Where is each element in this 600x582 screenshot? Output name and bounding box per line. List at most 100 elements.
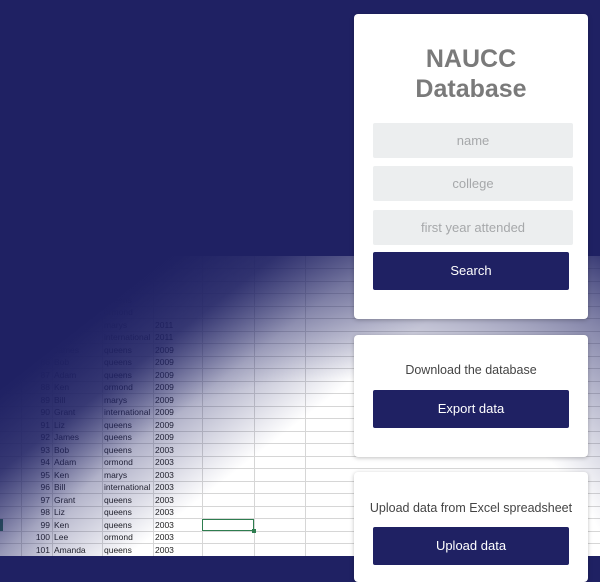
table-cell-college: ormond — [104, 457, 133, 467]
table-cell-college: queens — [104, 519, 132, 530]
table-row: 94 Adam ormond 2003 — [0, 456, 600, 469]
table-cell-year: 2009 — [155, 344, 174, 355]
table-cell-name: Ken — [54, 294, 70, 305]
table-cell-name: Ken — [54, 257, 70, 267]
table-cell-name: Bob — [54, 444, 70, 455]
table-cell-num: 97 — [40, 494, 50, 505]
export-card: Download the database Export data — [354, 335, 588, 457]
table-cell-college: queens — [104, 544, 132, 555]
table-cell-college: queens — [104, 494, 132, 505]
table-cell-num: 95 — [40, 469, 50, 480]
table-cell-college: queens — [104, 344, 132, 355]
table-cell-year: 2009 — [155, 432, 174, 442]
table-cell-college: ormond — [104, 532, 133, 542]
table-cell-num: 82 — [40, 307, 50, 317]
name-input[interactable] — [373, 123, 573, 158]
table-cell-college: marys — [104, 319, 128, 330]
table-cell-name: Adam — [54, 457, 77, 467]
table-cell-year: 2003 — [155, 507, 174, 517]
table-cell-num: 90 — [40, 407, 50, 417]
table-cell-num: 79 — [40, 269, 50, 280]
table-cell-num: 89 — [40, 394, 50, 405]
table-cell-name: Liz — [54, 269, 65, 280]
table-row: 83 Grant marys 2011 — [0, 319, 600, 332]
table-cell-year: 2009 — [155, 394, 174, 405]
table-cell-name: Liz — [54, 332, 65, 342]
table-cell-year: 2009 — [155, 407, 174, 417]
table-cell-year: 2011 — [155, 332, 174, 342]
export-data-button[interactable]: Export data — [373, 390, 569, 428]
table-cell-num: 96 — [40, 482, 50, 492]
table-cell-num: 87 — [40, 369, 50, 380]
table-cell-year: 2009 — [155, 419, 174, 430]
first-year-input[interactable] — [373, 210, 573, 245]
table-cell-college: queens — [104, 294, 132, 305]
table-cell-year: 2009 — [155, 357, 174, 367]
table-cell-name: Harry — [54, 282, 75, 292]
table-cell-year: 2009 — [155, 382, 174, 392]
search-button[interactable]: Search — [373, 252, 569, 290]
row-indicator — [0, 519, 3, 531]
page-title: NAUCC Database — [354, 44, 588, 104]
table-cell-college: queens — [104, 432, 132, 442]
table-cell-num: 86 — [40, 357, 50, 367]
table-cell-year: 2003 — [155, 469, 174, 480]
table-cell-num: 93 — [40, 444, 50, 455]
selected-cell — [202, 519, 254, 531]
table-cell-name: Ken — [54, 382, 70, 392]
title-line-2: Database — [415, 75, 527, 103]
table-cell-name: Liz — [54, 507, 65, 517]
table-cell-name: Bill — [54, 482, 66, 492]
table-cell-year: 2003 — [155, 444, 174, 455]
table-cell-num: 88 — [40, 382, 50, 392]
table-cell-num: 80 — [40, 282, 50, 292]
table-cell-num: 83 — [40, 319, 50, 330]
table-cell-name: Amanda — [54, 544, 86, 555]
upload-heading: Upload data from Excel spreadsheet — [369, 501, 573, 515]
table-cell-num: 91 — [40, 419, 50, 430]
table-cell-num: 92 — [40, 432, 50, 442]
table-cell-name: Grant — [54, 407, 76, 417]
search-card: NAUCC Database Search — [354, 14, 588, 319]
college-input[interactable] — [373, 166, 573, 201]
table-cell-num: 81 — [40, 294, 50, 305]
table-cell-name: Bob — [54, 357, 70, 367]
table-cell-year: 2003 — [155, 532, 174, 542]
export-heading: Download the database — [405, 363, 537, 377]
table-cell-name: Grant — [54, 494, 76, 505]
table-cell-name: Adam — [54, 369, 77, 380]
table-cell-num: 99 — [40, 519, 50, 530]
table-cell-year: 2011 — [155, 319, 174, 330]
table-cell-num: 85 — [40, 344, 50, 355]
table-cell-year: 2003 — [155, 457, 174, 467]
table-cell-college: international — [104, 482, 151, 492]
table-cell-year: 2003 — [155, 544, 174, 555]
table-cell-name: Ken — [54, 469, 70, 480]
table-cell-college: queens — [104, 369, 132, 380]
table-cell-name: Liz — [54, 419, 65, 430]
table-cell-college: international — [104, 407, 151, 417]
table-cell-name: Bill — [54, 307, 66, 317]
table-cell-num: 98 — [40, 507, 50, 517]
table-cell-year: 2009 — [155, 369, 174, 380]
table-cell-num: 78 — [40, 257, 50, 267]
table-cell-year: 2003 — [155, 482, 174, 492]
table-cell-name: Ken — [54, 519, 70, 530]
table-cell-college: queens — [104, 507, 132, 517]
table-cell-name: Grant — [54, 319, 76, 330]
table-cell-name: Lee — [54, 532, 69, 542]
upload-data-button[interactable]: Upload data — [373, 527, 569, 565]
table-cell-num: 101 — [35, 544, 50, 555]
table-cell-num: 94 — [40, 457, 50, 467]
table-cell-college: ormond — [104, 307, 133, 317]
table-cell-year: 2003 — [155, 494, 174, 505]
table-cell-college: marys — [104, 469, 128, 480]
table-cell-college: marys — [104, 394, 128, 405]
fill-handle — [252, 529, 256, 533]
table-cell-num: 100 — [35, 532, 50, 542]
table-cell-num: 84 — [40, 332, 50, 342]
table-cell-name: James — [54, 344, 80, 355]
table-cell-college: queens — [104, 419, 132, 430]
table-cell-college: queens — [104, 357, 132, 367]
table-cell-year: 2003 — [155, 519, 174, 530]
